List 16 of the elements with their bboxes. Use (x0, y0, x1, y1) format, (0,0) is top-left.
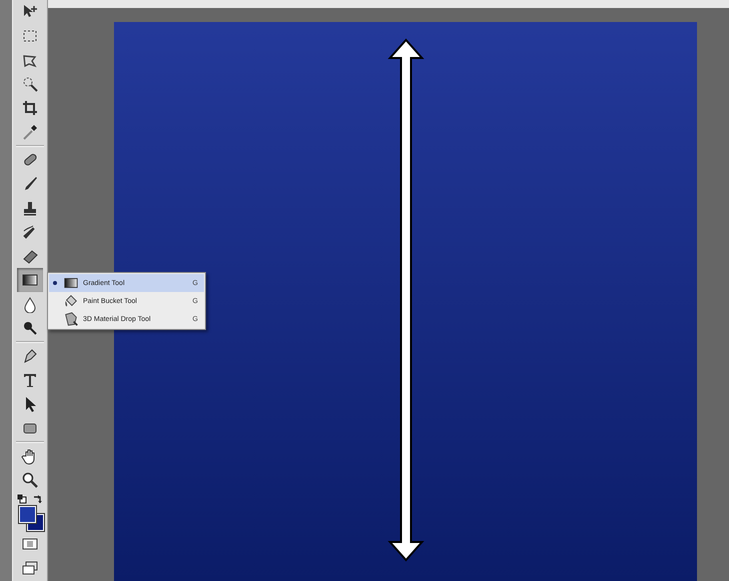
zoom-icon (21, 471, 39, 489)
bullet-icon (53, 281, 57, 285)
stamp-icon (21, 199, 39, 217)
default-colors-icon[interactable] (17, 494, 27, 504)
brush-selection-icon (21, 75, 39, 93)
type-icon (21, 371, 39, 389)
dodge-icon (21, 319, 39, 337)
swap-colors-icon[interactable] (33, 494, 43, 504)
eyedropper-icon (21, 123, 39, 141)
foreground-color-swatch[interactable] (19, 506, 36, 523)
paint-bucket-icon (63, 293, 79, 309)
screen-mode-icon (21, 559, 39, 577)
tool-button[interactable] (17, 268, 43, 292)
crop-icon (21, 99, 39, 117)
material-drop-icon (63, 311, 79, 327)
gradient-icon (63, 275, 79, 291)
